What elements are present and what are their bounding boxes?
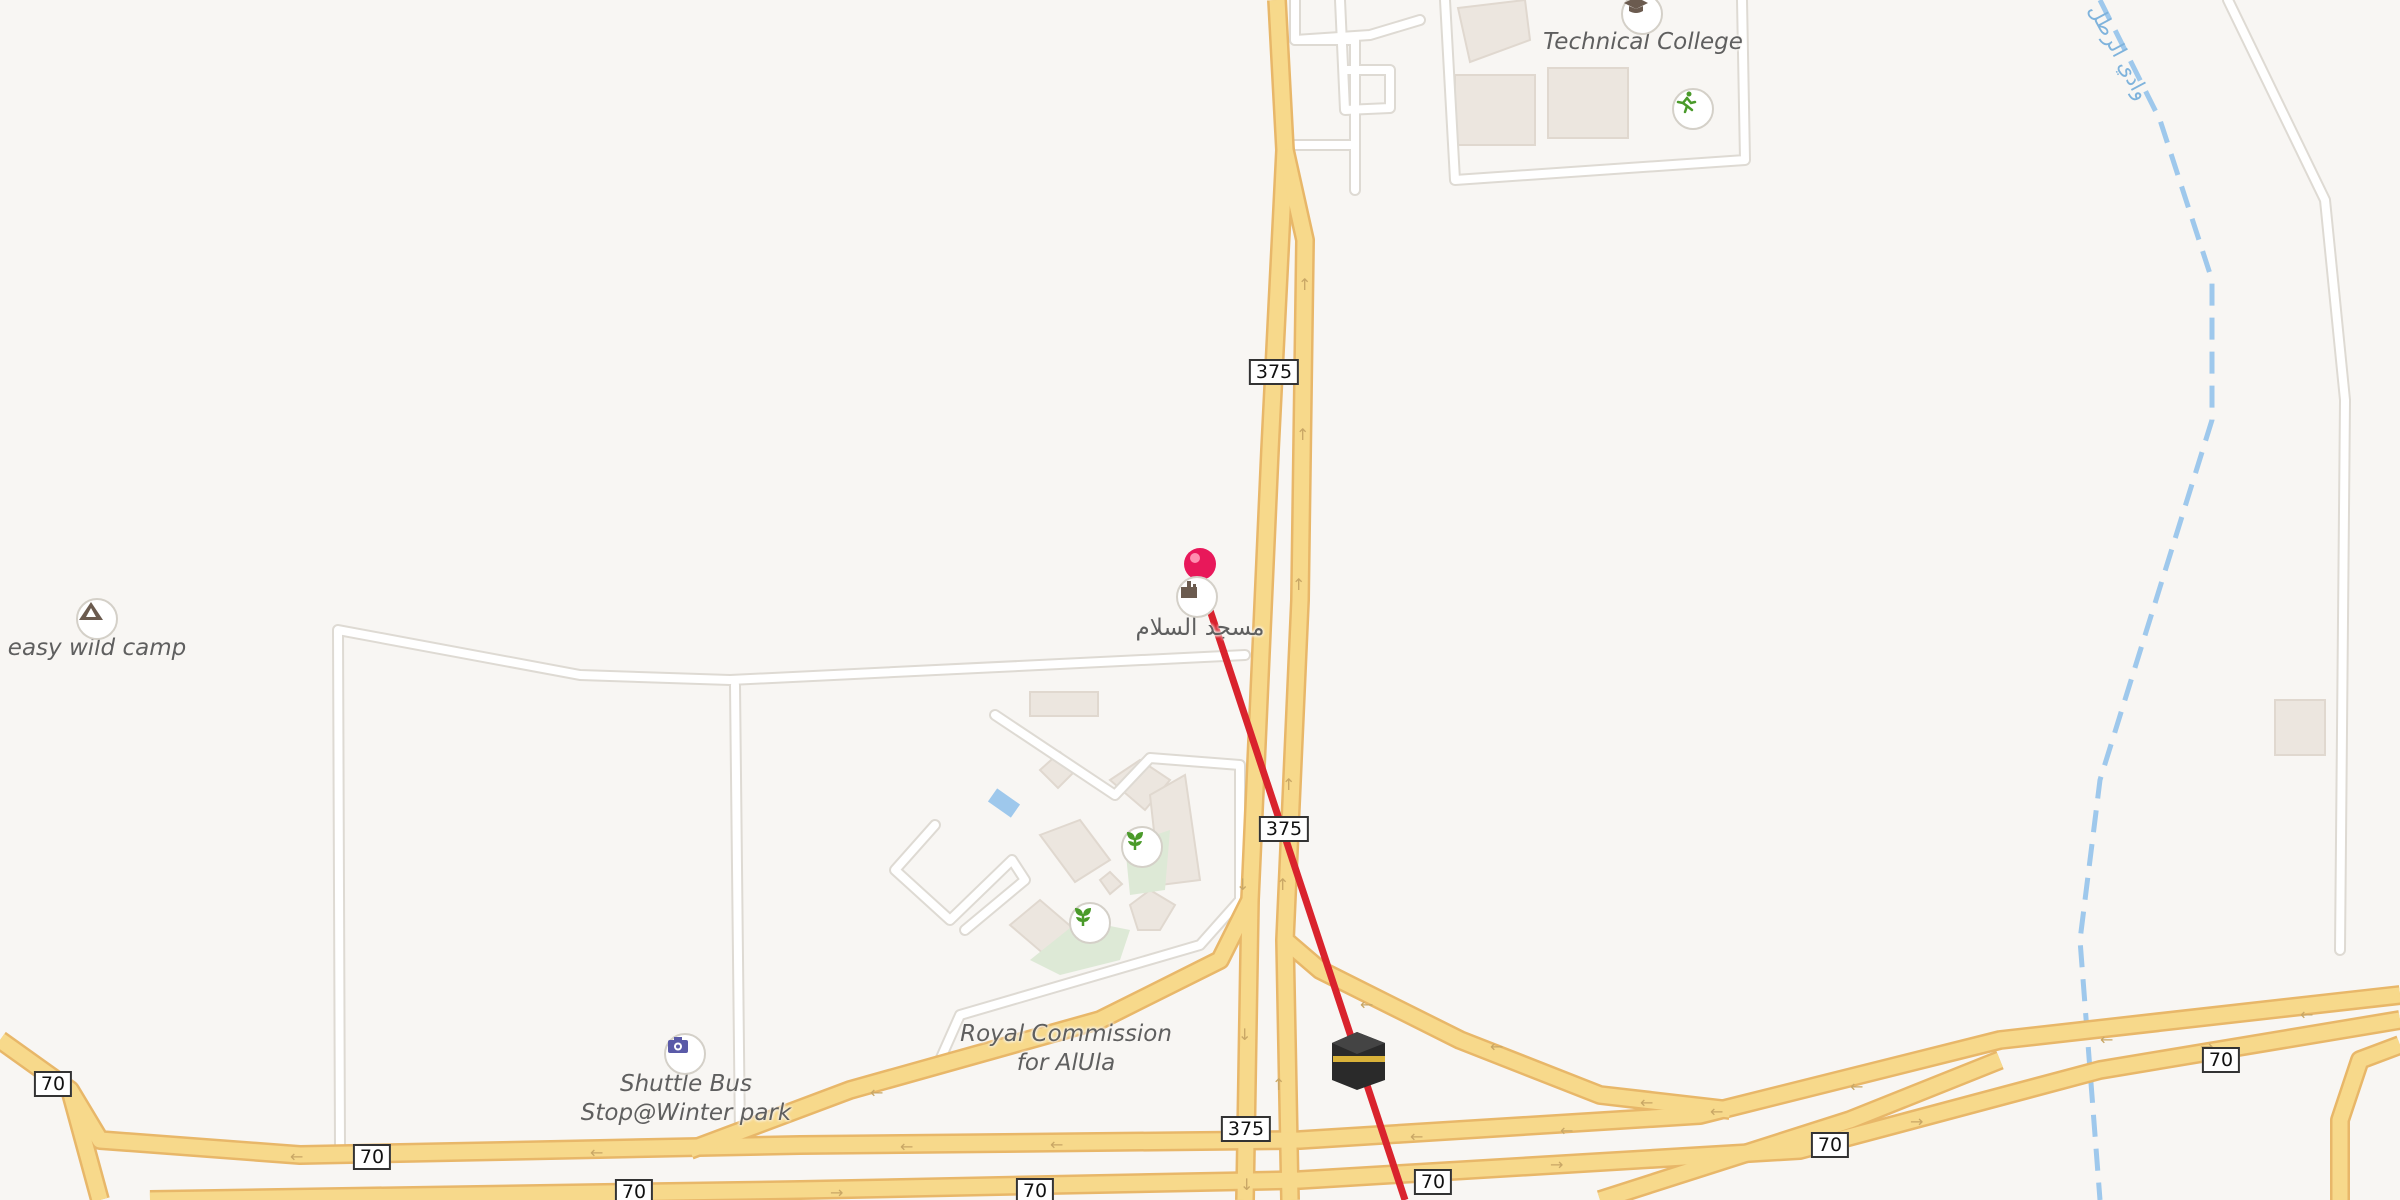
- svg-text:↑: ↑: [1298, 275, 1311, 294]
- road-shield-70: 70: [1810, 1132, 1850, 1158]
- svg-text:←: ←: [1850, 1077, 1863, 1096]
- svg-text:→: →: [1910, 1112, 1923, 1131]
- svg-text:←: ←: [1360, 995, 1373, 1014]
- pool: [987, 788, 1021, 818]
- plant-icon[interactable]: [1069, 902, 1111, 944]
- svg-text:↑: ↑: [1292, 575, 1305, 594]
- kaaba-icon[interactable]: [1332, 1032, 1385, 1090]
- svg-text:↓: ↓: [1236, 875, 1249, 894]
- svg-text:→: →: [1550, 1155, 1563, 1174]
- svg-text:↑: ↑: [1296, 425, 1309, 444]
- svg-text:↑: ↑: [1282, 775, 1295, 794]
- svg-text:←: ←: [1050, 1135, 1063, 1154]
- svg-text:←: ←: [1490, 1037, 1503, 1056]
- svg-text:←: ←: [1410, 1127, 1423, 1146]
- road-shield-375: 375: [1248, 359, 1300, 385]
- shuttle-bus-label: Shuttle Bus Stop@Winter park: [580, 1071, 792, 1126]
- mosque-label: مسجد السلام: [1135, 615, 1265, 641]
- svg-text:←: ←: [290, 1147, 303, 1166]
- map-canvas[interactable]: ↑↑↑↑ ↑↑ ↓↓↓ ←←←← ←←←← ←←←← ←← →→→→ →→ Te…: [0, 0, 2400, 1200]
- svg-text:←: ←: [870, 1083, 883, 1102]
- svg-text:→: →: [830, 1183, 843, 1200]
- road-shield-70: 70: [352, 1144, 392, 1170]
- svg-text:←: ←: [2100, 1030, 2113, 1049]
- running-icon[interactable]: [1672, 88, 1714, 130]
- road-shield-70: 70: [1015, 1178, 1055, 1200]
- road-shield-70: 70: [2201, 1047, 2241, 1073]
- svg-text:←: ←: [590, 1143, 603, 1162]
- campsite-icon[interactable]: [76, 598, 118, 640]
- road-shield-375: 375: [1220, 1116, 1272, 1142]
- road-shield-375: 375: [1258, 816, 1310, 842]
- svg-text:↑: ↑: [1276, 875, 1289, 894]
- svg-text:↑: ↑: [1272, 1075, 1285, 1094]
- svg-text:←: ←: [900, 1137, 913, 1156]
- road-shield-70: 70: [33, 1071, 73, 1097]
- svg-text:←: ←: [1560, 1121, 1573, 1140]
- camera-icon[interactable]: [664, 1033, 706, 1075]
- svg-text:←: ←: [1710, 1102, 1723, 1121]
- svg-text:←: ←: [1640, 1093, 1653, 1112]
- road-shield-70: 70: [614, 1179, 654, 1200]
- mosque-icon[interactable]: [1176, 576, 1218, 618]
- svg-text:↓: ↓: [1240, 1175, 1253, 1194]
- buildings: [1008, 0, 2326, 957]
- plant-icon[interactable]: [1121, 826, 1163, 868]
- svg-text:←: ←: [2300, 1005, 2313, 1024]
- svg-text:↓: ↓: [1238, 1025, 1251, 1044]
- road-shield-70: 70: [1413, 1169, 1453, 1195]
- royal-commission-label: Royal Commission for AlUla: [960, 1021, 1172, 1076]
